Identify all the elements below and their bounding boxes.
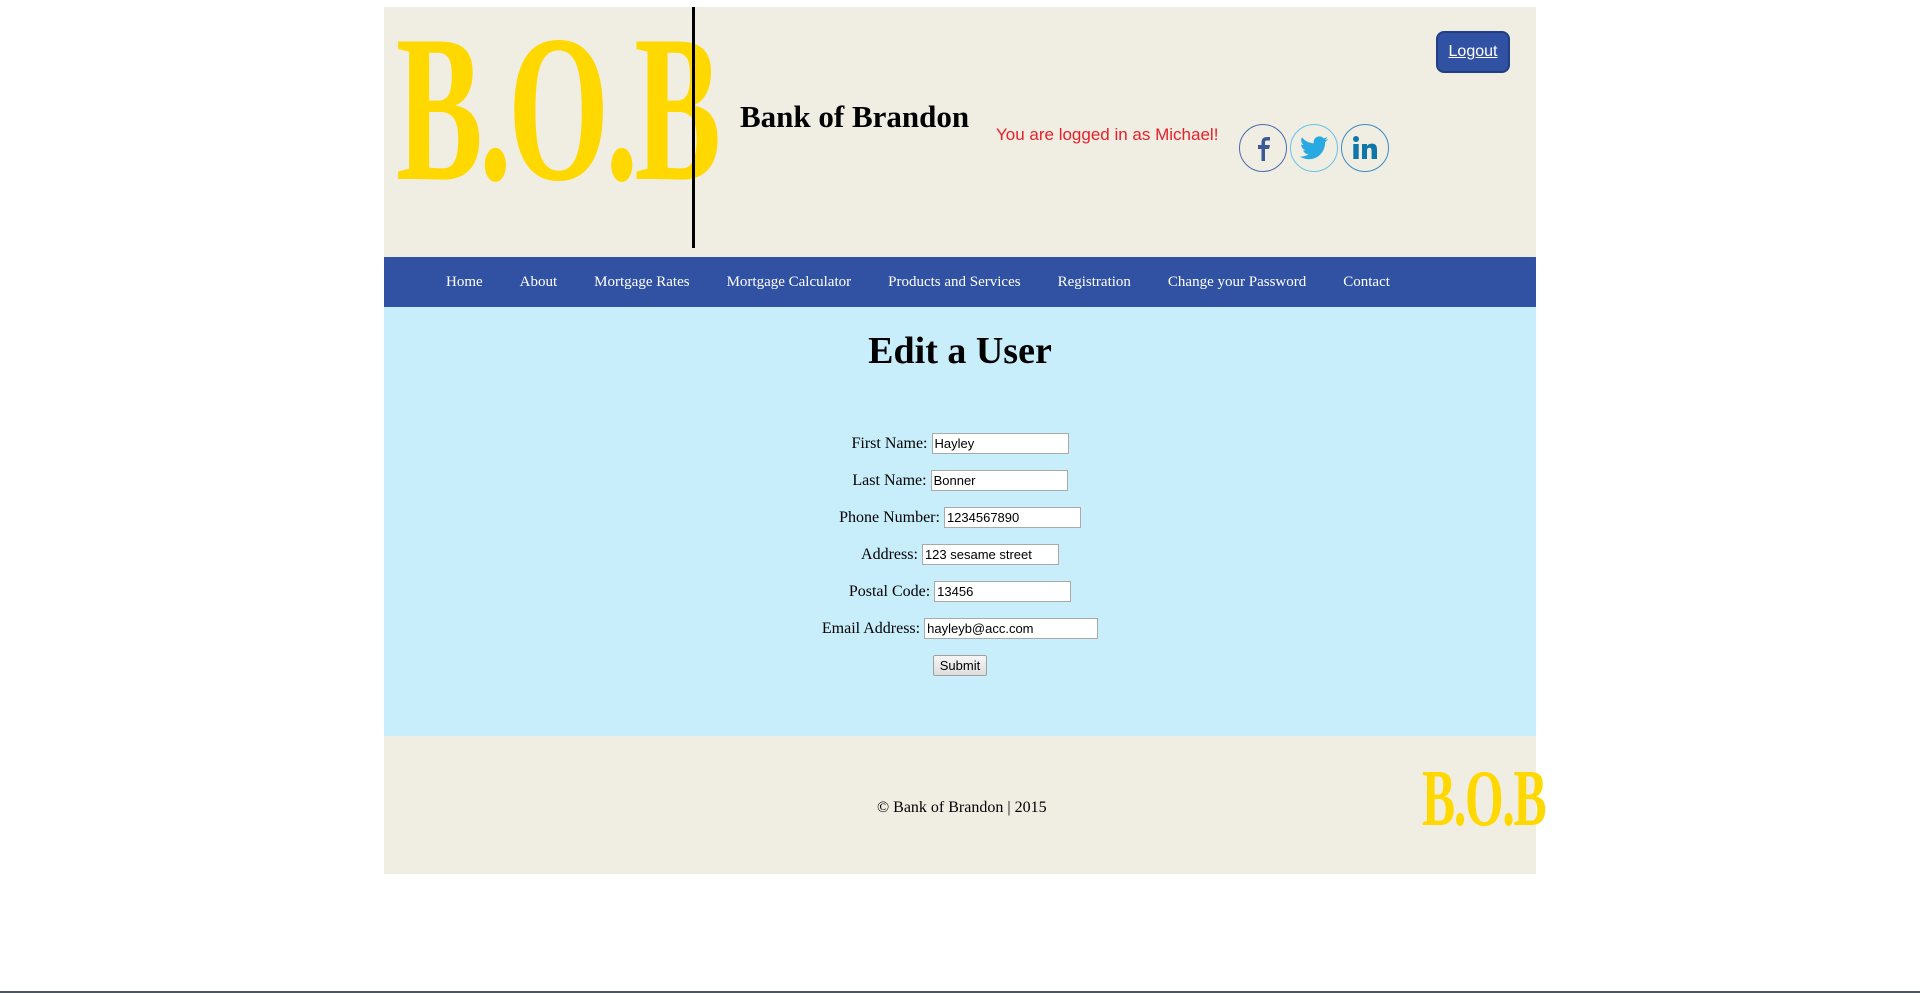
logged-in-message: You are logged in as Michael!: [996, 125, 1219, 144]
copyright-text: © Bank of Brandon | 2015: [877, 799, 1047, 816]
main-nav: Home About Mortgage Rates Mortgage Calcu…: [384, 257, 1536, 307]
main-content: Edit a User First Name: Last Name: Phone…: [384, 307, 1536, 736]
email-label: Email Address:: [821, 619, 921, 637]
page-title: Edit a User: [868, 330, 1052, 372]
logout-button[interactable]: Logout: [1436, 31, 1510, 73]
address-input[interactable]: [921, 544, 1059, 565]
header-divider: [692, 7, 695, 248]
nav-home[interactable]: Home: [446, 274, 483, 291]
last-name-label: Last Name:: [852, 471, 927, 489]
address-row: Address:: [384, 536, 1536, 573]
nav-mortgage-calculator[interactable]: Mortgage Calculator: [727, 274, 852, 291]
nav-contact[interactable]: Contact: [1343, 274, 1390, 291]
nav-mortgage-rates[interactable]: Mortgage Rates: [594, 274, 689, 291]
site-title: Bank of Brandon: [740, 99, 970, 134]
last-name-input[interactable]: [930, 470, 1068, 491]
facebook-link[interactable]: [1239, 124, 1287, 172]
postal-code-input[interactable]: [934, 581, 1072, 602]
first-name-label: First Name:: [851, 434, 928, 452]
twitter-icon: [1300, 136, 1328, 160]
site-footer: © Bank of Brandon | 2015 B.O.B: [384, 736, 1547, 874]
nav-change-password[interactable]: Change your Password: [1168, 274, 1306, 291]
submit-row: Submit: [384, 647, 1536, 684]
bob-logo[interactable]: B.O.B: [396, 4, 721, 214]
nav-products-services[interactable]: Products and Services: [888, 274, 1020, 291]
first-name-input[interactable]: [931, 433, 1069, 454]
nav-about[interactable]: About: [520, 274, 558, 291]
twitter-link[interactable]: [1290, 124, 1338, 172]
edit-user-form: First Name: Last Name: Phone Number: Add…: [384, 425, 1536, 684]
page-container: B.O.B Bank of Brandon You are logged in …: [384, 4, 1547, 874]
submit-button[interactable]: Submit: [932, 655, 988, 676]
email-row: Email Address:: [384, 610, 1536, 647]
address-label: Address:: [861, 545, 918, 563]
phone-number-row: Phone Number:: [384, 499, 1536, 536]
phone-number-label: Phone Number:: [839, 508, 940, 526]
phone-number-input[interactable]: [943, 507, 1081, 528]
first-name-row: First Name:: [384, 425, 1536, 462]
facebook-icon: [1258, 137, 1270, 161]
footer-logo: B.O.B: [1422, 755, 1547, 843]
email-input[interactable]: [924, 618, 1099, 639]
social-links: [1239, 124, 1389, 172]
last-name-row: Last Name:: [384, 462, 1536, 499]
nav-registration[interactable]: Registration: [1058, 274, 1131, 291]
linkedin-link[interactable]: [1341, 124, 1389, 172]
linkedin-icon: [1353, 136, 1377, 159]
postal-code-label: Postal Code:: [848, 582, 931, 600]
postal-code-row: Postal Code:: [384, 573, 1536, 610]
site-header: B.O.B Bank of Brandon You are logged in …: [384, 4, 1536, 257]
